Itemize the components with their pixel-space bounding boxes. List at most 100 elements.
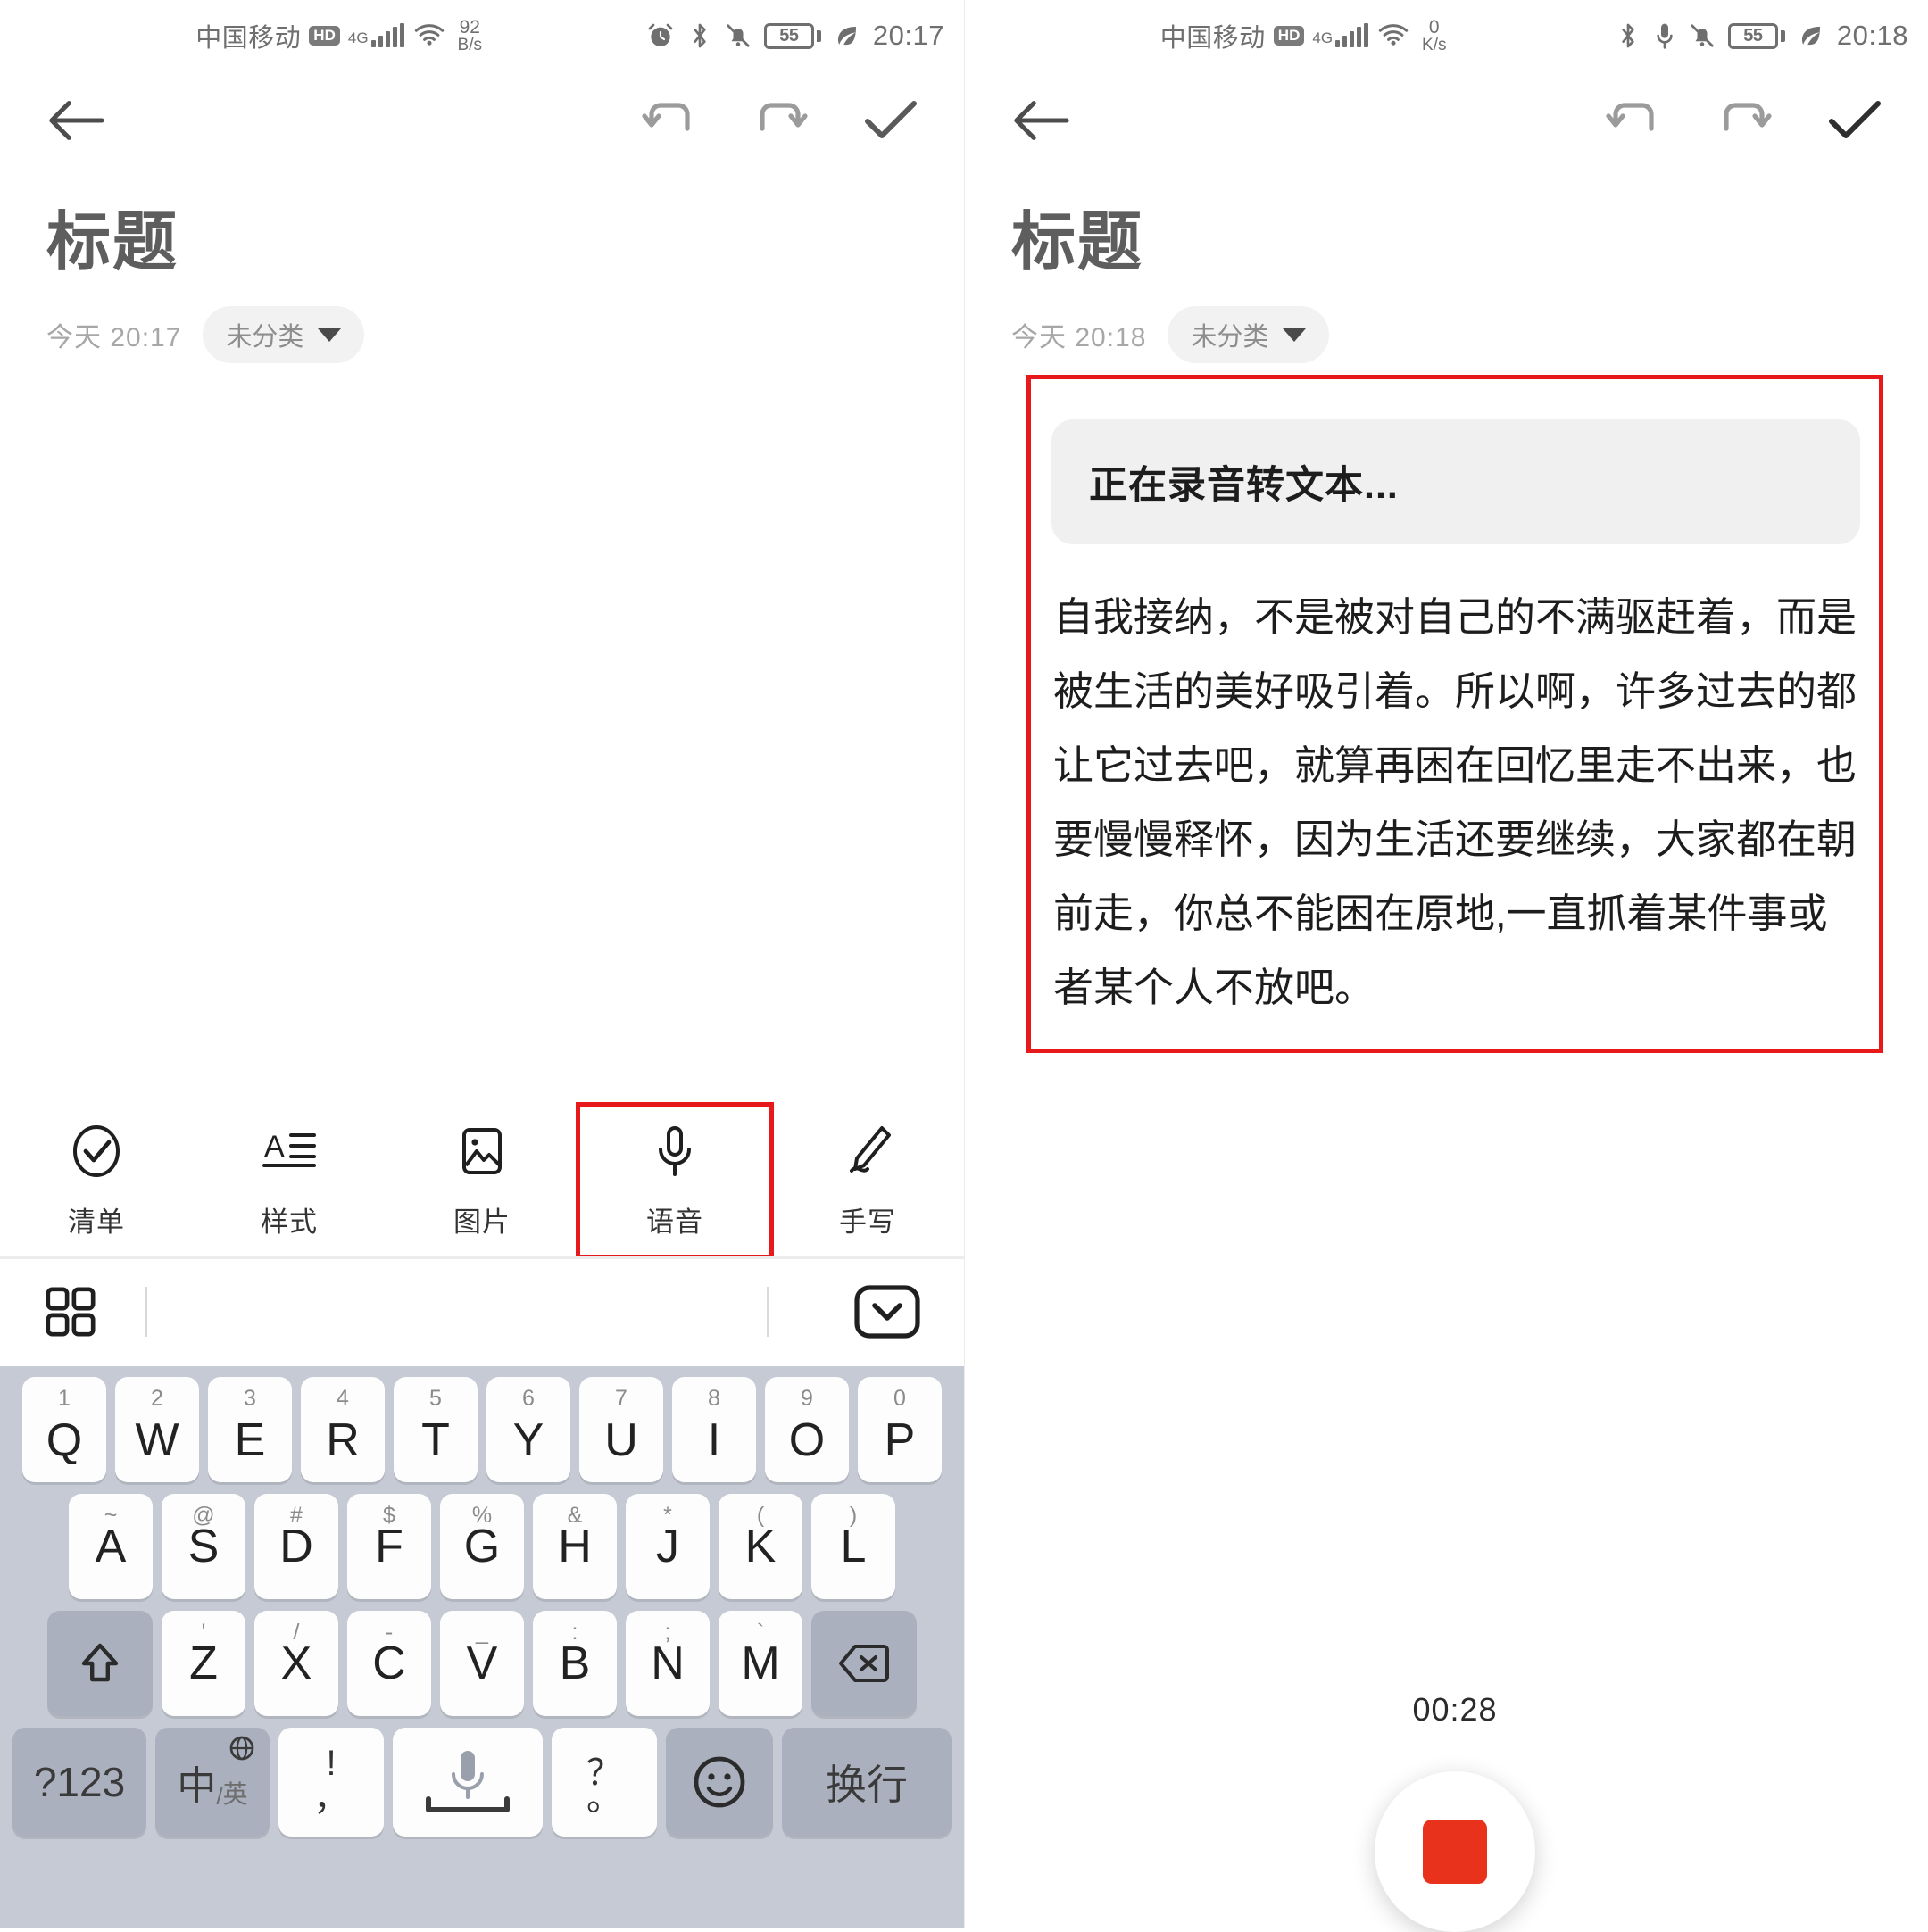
back-arrow-icon[interactable] bbox=[1011, 97, 1070, 144]
key-language-switch[interactable]: 中 / 英 bbox=[155, 1728, 270, 1837]
backspace-key[interactable] bbox=[811, 1611, 917, 1716]
key-punctuation-right[interactable]: ？ 。 bbox=[552, 1728, 657, 1837]
lang-en-label: 英 bbox=[222, 1780, 248, 1808]
toolbar-item-handwriting[interactable]: 手写 bbox=[771, 1105, 964, 1256]
note-title[interactable]: 标题 bbox=[965, 170, 1928, 283]
key-enter[interactable]: 换行 bbox=[782, 1728, 952, 1837]
key-h[interactable]: & H bbox=[533, 1494, 617, 1599]
back-arrow-icon[interactable] bbox=[46, 97, 105, 144]
virtual-keyboard[interactable]: 1Q 2W 3E 4R 5T 6Y 7U 8I 9O 0P ~ A @ S # D $… bbox=[0, 1366, 964, 1928]
key-n[interactable]: ; N bbox=[626, 1611, 710, 1716]
key-w[interactable]: 2W bbox=[115, 1377, 199, 1482]
key-f[interactable]: $ F bbox=[347, 1494, 431, 1599]
key-m[interactable]: ` M bbox=[719, 1611, 802, 1716]
key-u[interactable]: 7U bbox=[579, 1377, 663, 1482]
category-chip[interactable]: 未分类 bbox=[203, 306, 365, 363]
battery-icon: 55 bbox=[763, 22, 821, 49]
check-circle-icon bbox=[68, 1123, 125, 1180]
key-l[interactable]: ) L bbox=[811, 1494, 895, 1599]
svg-text:A: A bbox=[264, 1130, 285, 1164]
key-d[interactable]: # D bbox=[254, 1494, 338, 1599]
key-sup: 5 bbox=[429, 1386, 442, 1411]
stop-recording-button[interactable] bbox=[1375, 1771, 1535, 1932]
recording-status-banner: 正在录音转文本... bbox=[1051, 419, 1860, 544]
keyboard-collapse-icon[interactable] bbox=[853, 1284, 921, 1339]
leaf-icon bbox=[1798, 22, 1824, 49]
key-y[interactable]: 6Y bbox=[486, 1377, 570, 1482]
grid-apps-icon[interactable] bbox=[43, 1284, 98, 1339]
key-e[interactable]: 3E bbox=[208, 1377, 292, 1482]
key-label-bottom: 。 bbox=[586, 1779, 622, 1818]
key-j[interactable]: * J bbox=[626, 1494, 710, 1599]
key-emoji[interactable] bbox=[666, 1728, 773, 1837]
status-bar-left: 中国移动 HD 4G 0 K/s bbox=[985, 17, 1447, 54]
signal-bars-icon bbox=[1335, 23, 1369, 47]
transcribed-text[interactable]: 自我接纳，不是被对自己的不满驱赶着，而是被生活的美好吸引着。所以啊，许多过去的都… bbox=[1053, 580, 1861, 1024]
toolbar-item-image[interactable]: 图片 bbox=[386, 1105, 578, 1256]
network-gen-label: 4G bbox=[347, 29, 369, 46]
key-s[interactable]: @ S bbox=[162, 1494, 245, 1599]
note-body-empty[interactable] bbox=[0, 393, 964, 1098]
space-mic-icon bbox=[414, 1744, 521, 1820]
key-sup: 8 bbox=[708, 1386, 720, 1411]
undo-icon[interactable] bbox=[641, 98, 698, 143]
net-speed-value: 92 bbox=[459, 17, 480, 37]
battery-icon: 55 bbox=[1727, 22, 1785, 49]
text-style-icon: A bbox=[261, 1123, 318, 1180]
sub-bar-divider-left bbox=[145, 1287, 147, 1337]
key-punctuation-left[interactable]: ! ， bbox=[278, 1728, 384, 1837]
key-z[interactable]: ' Z bbox=[162, 1611, 245, 1716]
carrier-label: 中国移动 bbox=[1159, 24, 1266, 53]
key-o[interactable]: 9O bbox=[765, 1377, 849, 1482]
toolbar-label: 清单 bbox=[68, 1206, 125, 1238]
microphone-icon bbox=[1653, 21, 1676, 50]
key-p[interactable]: 0P bbox=[858, 1377, 942, 1482]
key-i[interactable]: 8I bbox=[672, 1377, 756, 1482]
key-c[interactable]: -C bbox=[347, 1611, 431, 1716]
undo-icon[interactable] bbox=[1605, 98, 1662, 143]
done-check-icon[interactable] bbox=[862, 98, 918, 143]
redo-icon[interactable] bbox=[752, 98, 809, 143]
status-bar-right: 55 20:17 bbox=[482, 20, 944, 52]
key-sup: - bbox=[385, 1620, 394, 1645]
toolbar-label: 样式 bbox=[261, 1206, 318, 1238]
key-g[interactable]: % G bbox=[440, 1494, 524, 1599]
toolbar-item-style[interactable]: A 样式 bbox=[193, 1105, 386, 1256]
key-numbers-symbols[interactable]: ?123 bbox=[12, 1728, 146, 1837]
key-space[interactable] bbox=[393, 1728, 543, 1837]
battery-level: 55 bbox=[1743, 25, 1763, 46]
leaf-icon bbox=[834, 22, 860, 49]
toolbar-item-voice[interactable]: 语音 bbox=[576, 1102, 774, 1259]
shift-key[interactable] bbox=[47, 1611, 153, 1716]
key-label: R bbox=[326, 1414, 360, 1466]
key-b[interactable]: :B bbox=[533, 1611, 617, 1716]
emoji-smile-icon bbox=[692, 1754, 747, 1810]
toolbar-label: 图片 bbox=[453, 1206, 511, 1238]
key-r[interactable]: 4R bbox=[301, 1377, 385, 1482]
key-sup: ( bbox=[756, 1503, 765, 1528]
globe-icon bbox=[229, 1735, 255, 1762]
key-t[interactable]: 5T bbox=[394, 1377, 478, 1482]
done-check-icon[interactable] bbox=[1826, 98, 1882, 143]
status-bar-right: 55 20:18 bbox=[1447, 20, 1909, 52]
category-chip[interactable]: 未分类 bbox=[1168, 306, 1330, 363]
note-title[interactable]: 标题 bbox=[0, 170, 964, 283]
hd-badge: HD bbox=[1273, 26, 1305, 46]
key-k[interactable]: (K bbox=[719, 1494, 802, 1599]
recording-elapsed-time: 00:28 bbox=[1412, 1691, 1498, 1728]
key-q[interactable]: 1Q bbox=[22, 1377, 106, 1482]
key-a[interactable]: ~ A bbox=[69, 1494, 153, 1599]
redo-icon[interactable] bbox=[1716, 98, 1773, 143]
toolbar-item-checklist[interactable]: 清单 bbox=[0, 1105, 193, 1256]
note-meta: 今天 20:18 未分类 bbox=[965, 283, 1928, 363]
key-sup: 6 bbox=[522, 1386, 535, 1411]
key-v[interactable]: _ V bbox=[440, 1611, 524, 1716]
category-label: 未分类 bbox=[226, 323, 304, 352]
key-x[interactable]: / X bbox=[254, 1611, 338, 1716]
key-sup: # bbox=[290, 1503, 303, 1528]
note-timestamp: 今天 20:18 bbox=[1011, 323, 1147, 352]
net-speed-value: 0 bbox=[1428, 17, 1440, 37]
keyboard-row-3: ' Z / X -C _ V :B ; N ` M bbox=[7, 1611, 957, 1716]
key-sup: : bbox=[571, 1620, 578, 1645]
key-label: U bbox=[604, 1414, 638, 1466]
